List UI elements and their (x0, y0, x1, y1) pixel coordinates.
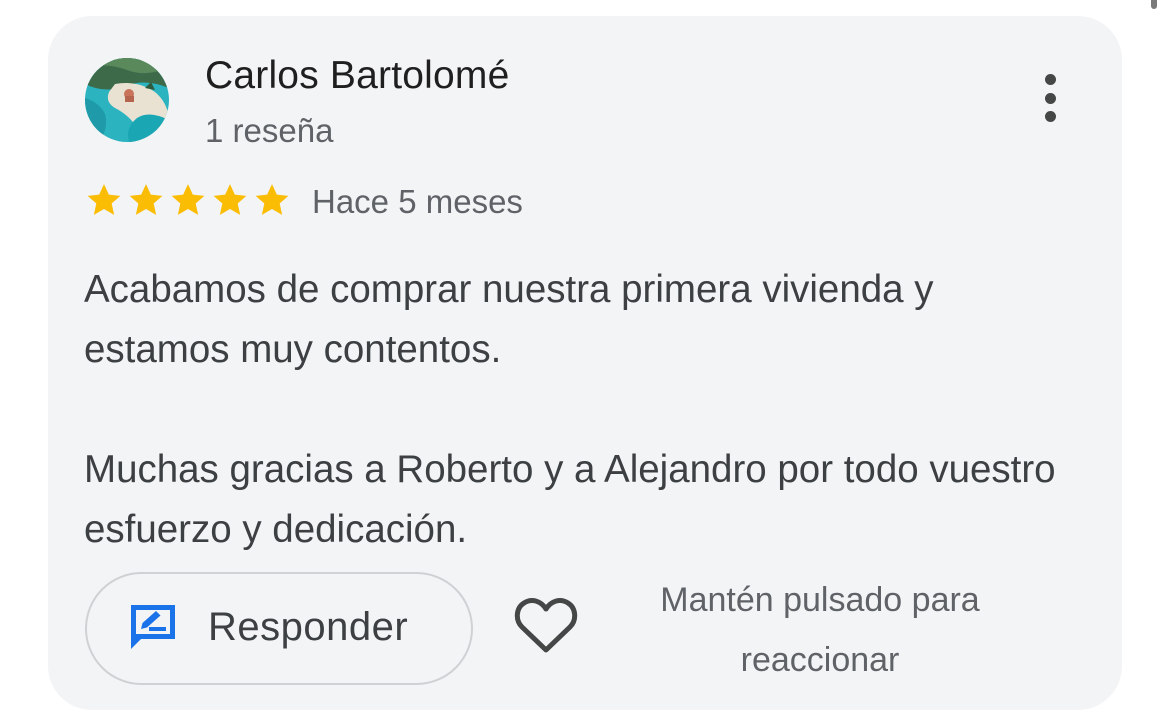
react-hint: Mantén pulsado para reaccionar (660, 581, 980, 679)
star-icon (213, 184, 247, 215)
star-rating (83, 180, 293, 220)
more-dot (1044, 74, 1056, 85)
review-card: Carlos Bartolomé 1 reseña Hace 5 meses A… (48, 16, 1122, 710)
more-dot (1044, 92, 1056, 104)
star-icon (171, 184, 205, 215)
beach-photo-avatar (85, 58, 169, 142)
review-body: Acabamos de comprar nuestra primera vivi… (84, 260, 1084, 560)
scroll-indicator[interactable] (1151, 0, 1157, 9)
reply-button[interactable]: Responder (85, 572, 473, 685)
review-date: Hace 5 meses (312, 183, 523, 220)
star-icon (87, 184, 121, 215)
review-paragraph: Muchas gracias a Roberto y a Alejandro p… (84, 448, 1056, 551)
review-count: 1 reseña (205, 112, 334, 149)
review-paragraph: Acabamos de comprar nuestra primera vivi… (84, 268, 934, 371)
reply-label: Responder (208, 605, 409, 649)
more-vert-icon[interactable] (1036, 68, 1064, 128)
heart-outline-icon[interactable] (514, 596, 578, 656)
author-avatar[interactable] (85, 58, 169, 142)
star-icon (129, 184, 163, 215)
edit-reply-icon (131, 605, 175, 649)
author-name[interactable]: Carlos Bartolomé (205, 54, 509, 98)
star-icon (255, 184, 289, 215)
more-dot (1044, 111, 1056, 122)
